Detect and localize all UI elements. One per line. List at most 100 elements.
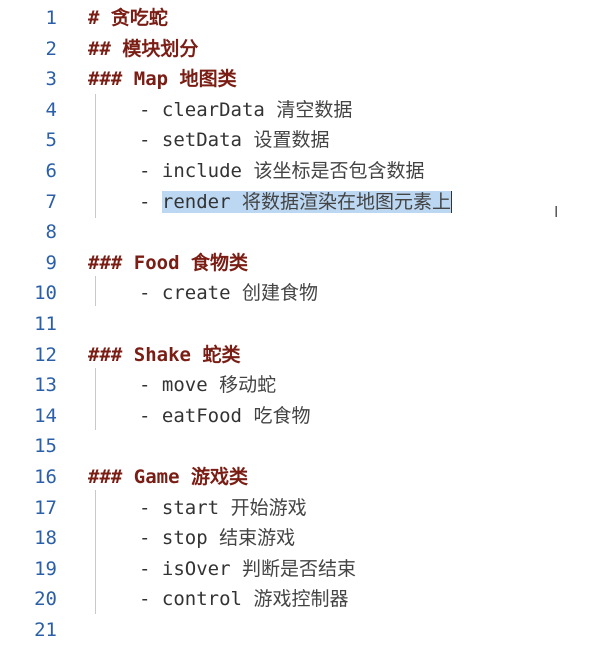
line-content: 贪吃蛇 bbox=[111, 7, 168, 29]
heading-marker: # bbox=[88, 7, 100, 29]
list-bullet: - bbox=[139, 98, 151, 121]
line-content: include 该坐标是否包含数据 bbox=[162, 160, 425, 182]
line-content: stop 结束游戏 bbox=[162, 527, 295, 549]
editor-line[interactable]: 1 # 贪吃蛇 bbox=[0, 3, 598, 33]
description-text: 开始游戏 bbox=[230, 496, 307, 519]
editor-line[interactable]: 12 ### Shake 蛇类 bbox=[0, 340, 598, 370]
editor-line[interactable]: 3 ### Map 地图类 bbox=[0, 64, 598, 94]
line-content: Map 地图类 bbox=[134, 68, 237, 90]
description-text: 移动蛇 bbox=[219, 374, 277, 397]
line-content: Food 食物类 bbox=[134, 252, 248, 274]
code-term: move bbox=[161, 374, 208, 397]
list-item-text: - include 该坐标是否包含数据 bbox=[139, 156, 424, 186]
editor-line[interactable]: 6 - include 该坐标是否包含数据 bbox=[0, 156, 598, 186]
line-content: clearData 清空数据 bbox=[162, 99, 352, 121]
line-number: 19 bbox=[34, 557, 57, 580]
description-text: 该坐标是否包含数据 bbox=[253, 160, 425, 182]
list-item-text: - create 创建食物 bbox=[139, 278, 318, 308]
editor-line[interactable]: 8 bbox=[0, 217, 598, 247]
description-text: 将数据渲染在地图元素上 bbox=[242, 190, 452, 213]
heading-marker: ### bbox=[88, 343, 123, 366]
description-text: 地图类 bbox=[179, 68, 237, 91]
line-number: 12 bbox=[34, 343, 57, 366]
line-number: 11 bbox=[34, 313, 57, 335]
heading-text: ### Game 游戏类 bbox=[88, 462, 248, 492]
line-number: 1 bbox=[45, 7, 57, 29]
editor-line[interactable]: 14 - eatFood 吃食物 bbox=[0, 401, 598, 431]
code-term: start bbox=[161, 496, 220, 519]
code-term: Map bbox=[133, 68, 169, 91]
description-text: 贪吃蛇 bbox=[110, 7, 168, 29]
code-term: isOver bbox=[161, 557, 231, 580]
line-number: 8 bbox=[45, 221, 57, 244]
editor-line[interactable]: 20 - control 游戏控制器 bbox=[0, 584, 598, 614]
list-bullet: - bbox=[139, 160, 151, 182]
line-number: 20 bbox=[34, 588, 57, 611]
line-content: 模块划分 bbox=[122, 38, 198, 60]
list-bullet: - bbox=[139, 527, 151, 550]
description-text: 判断是否结束 bbox=[242, 557, 357, 580]
description-text: 模块划分 bbox=[122, 37, 199, 60]
editor-line[interactable]: 4 - clearData 清空数据 bbox=[0, 95, 598, 125]
indent-guide bbox=[95, 490, 96, 614]
indent-guide bbox=[95, 276, 96, 306]
editor-line[interactable]: 16 ### Game 游戏类 bbox=[0, 462, 598, 492]
line-content: control 游戏控制器 bbox=[162, 588, 349, 610]
line-number: 13 bbox=[34, 374, 57, 397]
line-number: 3 bbox=[45, 68, 57, 91]
list-item-text: - eatFood 吃食物 bbox=[139, 401, 310, 431]
description-text: 游戏控制器 bbox=[253, 588, 349, 611]
editor-line[interactable]: 7 - render 将数据渲染在地图元素上 bbox=[0, 187, 598, 217]
editor-line[interactable]: 15 bbox=[0, 431, 598, 461]
code-term: create bbox=[161, 282, 231, 305]
editor-line[interactable]: 21 bbox=[0, 615, 598, 645]
list-bullet: - bbox=[139, 282, 151, 305]
description-text: 清空数据 bbox=[276, 98, 353, 121]
selection-highlight: render 将数据渲染在地图元素上 bbox=[161, 190, 452, 213]
code-term: Game bbox=[133, 466, 180, 488]
list-item-text: - stop 结束游戏 bbox=[139, 523, 295, 553]
editor-line[interactable]: 10 - create 创建食物 bbox=[0, 278, 598, 308]
editor-line[interactable]: 13 - move 移动蛇 bbox=[0, 370, 598, 400]
line-number: 21 bbox=[34, 619, 57, 641]
line-number: 2 bbox=[45, 37, 57, 60]
editor-line[interactable]: 19 - isOver 判断是否结束 bbox=[0, 554, 598, 584]
indent-guide bbox=[95, 94, 96, 218]
list-bullet: - bbox=[139, 404, 151, 427]
editor-line[interactable]: 2 ## 模块划分 bbox=[0, 34, 598, 64]
line-content: eatFood 吃食物 bbox=[162, 405, 311, 427]
line-number: 15 bbox=[34, 435, 57, 458]
line-number: 9 bbox=[45, 251, 57, 274]
heading-marker: ## bbox=[88, 37, 111, 60]
line-content: Game 游戏类 bbox=[134, 466, 248, 488]
heading-marker: ### bbox=[88, 466, 123, 488]
editor-line[interactable]: 11 bbox=[0, 309, 598, 339]
list-bullet: - bbox=[139, 588, 151, 611]
text-cursor-icon: I bbox=[554, 203, 559, 221]
list-item-text: - control 游戏控制器 bbox=[139, 584, 348, 614]
list-bullet: - bbox=[139, 129, 151, 152]
description-text: 游戏类 bbox=[191, 466, 249, 488]
indent-guide bbox=[95, 368, 96, 430]
code-term: control bbox=[161, 588, 242, 611]
list-bullet: - bbox=[139, 374, 151, 397]
line-number: 14 bbox=[34, 404, 57, 427]
heading-text: ### Food 食物类 bbox=[88, 248, 248, 278]
line-content: move 移动蛇 bbox=[162, 374, 276, 396]
editor-line[interactable]: 17 - start 开始游戏 bbox=[0, 493, 598, 523]
editor-line[interactable]: 9 ### Food 食物类 bbox=[0, 248, 598, 278]
heading-text: ## 模块划分 bbox=[88, 34, 198, 64]
text-caret bbox=[451, 191, 453, 214]
code-term: render bbox=[161, 190, 231, 213]
editor-line[interactable]: 18 - stop 结束游戏 bbox=[0, 523, 598, 553]
code-term: eatFood bbox=[161, 404, 242, 427]
editor-line[interactable]: 5 - setData 设置数据 bbox=[0, 125, 598, 155]
line-content: Shake 蛇类 bbox=[134, 344, 241, 366]
line-number: 4 bbox=[45, 98, 57, 121]
code-editor[interactable]: 1 # 贪吃蛇 2 ## 模块划分 3 ### Map 地图类 4 - clearData 清… bbox=[0, 0, 598, 641]
list-item-text: - clearData 清空数据 bbox=[139, 95, 352, 125]
code-term: Food bbox=[133, 251, 180, 274]
line-number: 18 bbox=[34, 527, 57, 550]
heading-text: ### Map 地图类 bbox=[88, 64, 237, 94]
code-term: stop bbox=[161, 527, 208, 550]
